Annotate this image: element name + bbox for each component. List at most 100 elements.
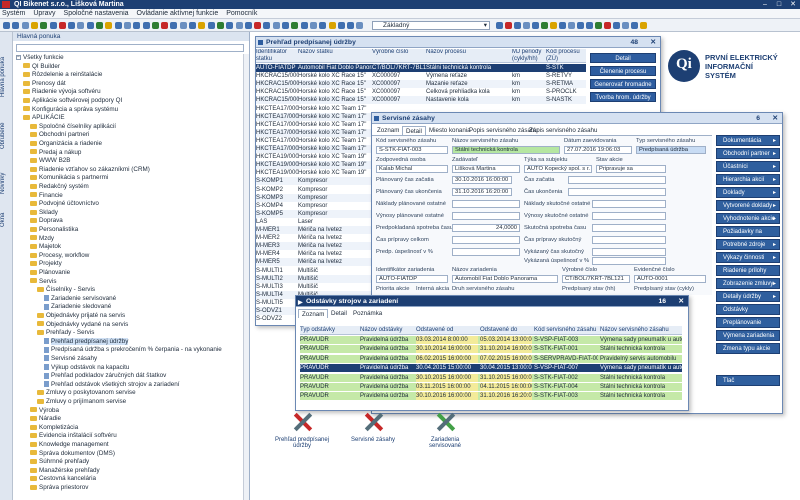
tree-item[interactable]: Konfigurácia a správa systému: [23, 106, 118, 114]
tree-item[interactable]: Mzdy: [30, 235, 54, 243]
side-action-button[interactable]: Vyhodnotenie akcie ▸: [716, 213, 780, 224]
toolbar-button-icon[interactable]: [328, 22, 336, 29]
tree-item[interactable]: Rôzdelenie a reinštalácie: [23, 71, 102, 79]
toolbar-button-icon[interactable]: [356, 22, 364, 29]
form-field[interactable]: Automobil Fiat Doblo Panorama: [452, 275, 558, 283]
toolbar-button-icon[interactable]: [179, 22, 187, 29]
close-icon[interactable]: ✕: [772, 113, 778, 124]
tab-news[interactable]: Novinky: [0, 164, 13, 202]
tree-item[interactable]: Predaj a nákup: [30, 149, 81, 157]
side-action-button[interactable]: Detaily údržby ▸: [716, 291, 780, 302]
tree-item[interactable]: Knowledge management: [30, 441, 109, 449]
toolbar-button-icon[interactable]: [235, 22, 243, 29]
tree-item[interactable]: Číselníky - Servis: [37, 286, 95, 294]
tree-item[interactable]: Súhrnné prehľady: [30, 458, 89, 466]
toolbar-button-icon[interactable]: [568, 22, 575, 29]
toolbar-button-icon[interactable]: [523, 22, 530, 29]
toolbar-button-icon[interactable]: [216, 22, 224, 29]
tree-item[interactable]: Redakčný systém: [30, 183, 89, 191]
menu-item[interactable]: Ovládanie aktívnej funkcie: [137, 10, 219, 17]
tree-item[interactable]: Servis: [30, 278, 57, 286]
window-title-bar[interactable]: Servisné zásahy 6 ✕: [372, 113, 782, 124]
tree-item[interactable]: Evidencia inštalácií softvéru: [30, 432, 117, 440]
toolbar-button-icon[interactable]: [613, 22, 620, 29]
tree-item[interactable]: Objednávky prijaté na servis: [37, 312, 125, 320]
tree-item[interactable]: Výkup odstávok na kapacitu: [44, 364, 129, 372]
tree-item[interactable]: Prehľady - Servis: [37, 329, 94, 337]
tree-item[interactable]: Kompletizácia: [30, 424, 78, 432]
tree-item[interactable]: Predpísaná údržba s prekročením % čerpan…: [44, 346, 222, 354]
toolbar-button-icon[interactable]: [133, 22, 141, 29]
desktop-icon-serviced-devices[interactable]: Zariadenia servisované: [415, 408, 475, 449]
table-row[interactable]: HKCRAC15/0001Horské kolo XC Race 15" XC00…: [256, 80, 586, 89]
tab[interactable]: Zoznam: [374, 126, 402, 135]
side-action-button[interactable]: Vytvorené doklady ▸: [716, 200, 780, 211]
column-header[interactable]: Typ odstávky: [300, 326, 358, 334]
tree-item[interactable]: Podvojné účtovníctvo: [30, 200, 99, 208]
toolbar-button-icon[interactable]: [254, 22, 262, 29]
toolbar-button-icon[interactable]: [170, 22, 178, 29]
toolbar-button-icon[interactable]: [505, 22, 512, 29]
tree-item[interactable]: Správa dokumentov (DMS): [30, 450, 115, 458]
toolbar-button-icon[interactable]: [586, 22, 593, 29]
tree-item[interactable]: Komunikácia s partnermi: [30, 174, 108, 182]
tree-item[interactable]: Zmluvy o poskytovanom servise: [37, 389, 136, 397]
toolbar-button-icon[interactable]: [282, 22, 289, 29]
tree-item[interactable]: Zariadenie servisované: [44, 295, 116, 303]
table-row[interactable]: PRAVUDR Pravidelná údržba 06.02.2015 16:00…: [300, 354, 682, 363]
toolbar-button-icon[interactable]: [49, 22, 57, 29]
tree-item[interactable]: Sklady: [30, 209, 58, 217]
maximize-button[interactable]: □: [772, 0, 786, 9]
tree-item[interactable]: − Všetky funkcie: [16, 54, 64, 62]
form-field[interactable]: [592, 257, 666, 265]
toolbar-button-icon[interactable]: [68, 22, 76, 29]
column-header[interactable]: Názov statku: [298, 49, 372, 63]
tree-item[interactable]: Spoločné číselníky aplikácií: [30, 123, 116, 131]
menu-search-input[interactable]: [16, 44, 244, 52]
toolbar-button-icon[interactable]: [272, 22, 280, 29]
table-row[interactable]: PRAVUDR Pravidelná údržba 30.04.2015 15:00…: [300, 364, 682, 373]
toolbar-button-icon[interactable]: [77, 22, 85, 29]
desktop-icon-maintenance[interactable]: Prehľad predpísanej údržby: [272, 408, 332, 449]
close-icon[interactable]: ✕: [678, 296, 684, 307]
side-action-button[interactable]: Dokumentácia ▸: [716, 135, 780, 146]
toolbar-button-icon[interactable]: [319, 22, 327, 29]
tree-item[interactable]: Majetok: [30, 243, 61, 251]
menu-item[interactable]: Pomocník: [226, 10, 257, 17]
form-field[interactable]: AUTO Kopecký spol. s r. o.: [524, 165, 592, 173]
form-field[interactable]: Pripravuje sa: [596, 165, 666, 173]
side-action-button[interactable]: Zobrazenie zmluvy ▸: [716, 278, 780, 289]
table-row[interactable]: HKCRAC15/0001Horské kolo XC Race 15" XC00…: [256, 96, 586, 105]
column-header[interactable]: Kód servisného zásahu: [534, 326, 598, 334]
tab[interactable]: Detail: [328, 309, 350, 318]
tree-item[interactable]: Obchodní partneri: [30, 131, 89, 139]
tree-item[interactable]: Prehľad podkladov záručných dát štatkov: [44, 372, 166, 380]
toolbar-button-icon[interactable]: [105, 22, 113, 29]
toolbar-button-icon[interactable]: [550, 22, 557, 29]
form-field[interactable]: Lišková Martina: [452, 165, 520, 173]
form-field[interactable]: Predpísaná údržba: [636, 146, 706, 154]
table-row[interactable]: PRAVUDR Pravidelná údržba 03.11.2015 16:00…: [300, 383, 682, 391]
tree-item[interactable]: Náradie: [30, 415, 61, 423]
side-action-button[interactable]: Hierarchia akcií ▸: [716, 174, 780, 185]
form-field[interactable]: [452, 248, 520, 256]
toolbar-button-icon[interactable]: [595, 22, 602, 29]
toolbar-button-icon[interactable]: [631, 22, 638, 29]
toolbar-button-icon[interactable]: [577, 22, 584, 29]
action-button[interactable]: Členenie procesu: [590, 66, 656, 76]
tree-item[interactable]: Prehľad predpísanej údržby: [44, 337, 129, 346]
tree-item[interactable]: Objednávky vydané na servis: [37, 321, 128, 329]
tab-main-menu[interactable]: Hlavná ponuka: [0, 46, 13, 108]
minimize-button[interactable]: –: [758, 0, 772, 9]
tree-item[interactable]: Zmluvy o prijímanom servise: [37, 398, 126, 406]
form-field[interactable]: [452, 200, 520, 208]
form-field[interactable]: [452, 236, 520, 244]
tree-item[interactable]: Financie: [30, 192, 63, 200]
form-field[interactable]: [592, 236, 666, 244]
form-field[interactable]: Stálni technická kontrola: [452, 146, 560, 154]
side-action-button[interactable]: Obchodní partner ▸: [716, 148, 780, 159]
tree-item[interactable]: Správa priestorov: [30, 484, 88, 492]
toolbar-button-icon[interactable]: [496, 22, 503, 29]
menu-item[interactable]: Spoločné nastavenia: [64, 10, 129, 17]
toolbar-button-icon[interactable]: [114, 22, 122, 29]
